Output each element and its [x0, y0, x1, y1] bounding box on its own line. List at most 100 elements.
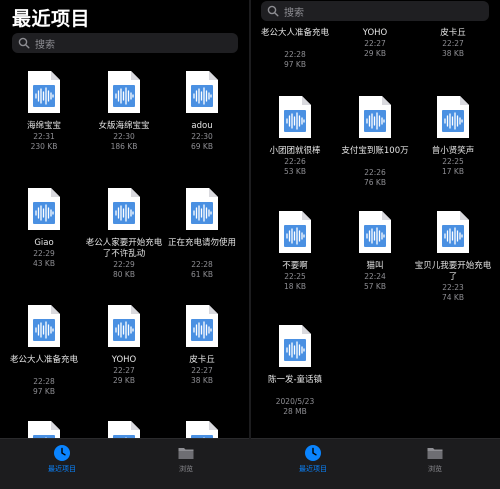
- audio-file-icon: [278, 210, 312, 254]
- file-time: 22:27: [442, 39, 464, 48]
- file-name: YOHO: [111, 355, 137, 365]
- audio-file-icon: [27, 304, 61, 348]
- file-name: 海绵宝宝: [26, 121, 61, 131]
- clock-icon: [53, 444, 71, 462]
- file-item[interactable]: 海绵宝宝 22:31 230 KB: [4, 68, 84, 188]
- file-size: 76 KB: [364, 178, 386, 187]
- file-item[interactable]: 正在充电请勿使用 22:28 61 KB: [162, 185, 242, 305]
- file-item[interactable]: adou 22:30 69 KB: [162, 68, 242, 188]
- tab-bar: 最近项目 浏览: [0, 438, 249, 489]
- tab-bar: 最近项目 浏览: [251, 438, 500, 489]
- file-size: 74 KB: [442, 293, 464, 302]
- audio-file-icon: [185, 70, 219, 114]
- file-item[interactable]: 宝贝儿我要开始充电了 22:23 74 KB: [413, 208, 493, 328]
- tab-recents[interactable]: 最近项目: [283, 444, 343, 474]
- file-time: 22:28: [284, 50, 306, 59]
- file-item[interactable]: 陈一发-童话镇 2020/5/23 28 MB: [255, 322, 335, 442]
- file-time: 22:28: [191, 260, 213, 269]
- audio-file-icon: [358, 210, 392, 254]
- file-size: 230 KB: [30, 142, 58, 151]
- file-time: 22:27: [113, 366, 135, 375]
- file-name: Giao: [34, 238, 54, 248]
- audio-file-icon: [358, 95, 392, 139]
- audio-file-icon: [278, 324, 312, 368]
- file-item[interactable]: 支付宝到账100万 22:26 76 KB: [335, 93, 415, 213]
- file-size: 57 KB: [364, 282, 386, 291]
- search-placeholder: 搜索: [35, 39, 55, 51]
- file-name: 小团团就很棒: [269, 146, 321, 156]
- file-size: 80 KB: [113, 270, 135, 279]
- file-name: 陈一发-童话镇: [267, 375, 323, 385]
- file-time: 22:27: [191, 366, 213, 375]
- file-size: 186 KB: [110, 142, 138, 151]
- page-title: 最近项目: [12, 8, 91, 30]
- clock-icon: [304, 444, 322, 462]
- tab-browse-label: 浏览: [179, 465, 193, 473]
- tab-browse-label: 浏览: [428, 465, 442, 473]
- file-size: 29 KB: [113, 376, 135, 385]
- file-time: 22:23: [442, 283, 464, 292]
- file-size: 38 KB: [442, 49, 464, 58]
- file-name: 皮卡丘: [189, 355, 215, 365]
- file-name: 不要啊: [282, 261, 308, 271]
- file-size: 18 KB: [284, 282, 306, 291]
- file-size: 61 KB: [191, 270, 213, 279]
- search-bar[interactable]: 搜索: [12, 33, 238, 53]
- audio-file-icon: [185, 187, 219, 231]
- file-name: 老公大人准备充电: [9, 355, 78, 365]
- search-placeholder: 搜索: [284, 7, 304, 19]
- right-screen: 老公大人准备充电 22:28 97 KB YOHO 22:27 29 KB 皮卡丘 22:27…: [251, 0, 500, 489]
- file-size: 28 MB: [283, 407, 307, 416]
- audio-file-icon: [27, 70, 61, 114]
- file-size: 97 KB: [284, 60, 306, 69]
- tab-browse[interactable]: 浏览: [156, 444, 216, 474]
- file-size: 17 KB: [442, 167, 464, 176]
- audio-file-icon: [107, 187, 141, 231]
- audio-file-icon: [436, 95, 470, 139]
- file-size: 97 KB: [33, 387, 55, 396]
- file-item[interactable]: Giao 22:29 43 KB: [4, 185, 84, 305]
- file-time: 22:29: [33, 249, 55, 258]
- file-name: 曾小贤笑声: [431, 146, 475, 156]
- tab-browse[interactable]: 浏览: [405, 444, 465, 474]
- file-time: 22:24: [364, 272, 386, 281]
- file-item[interactable]: 老公大人准备充电 22:28 97 KB: [4, 302, 84, 422]
- file-time: 22:30: [113, 132, 135, 141]
- file-item[interactable]: 女版海绵宝宝 22:30 186 KB: [84, 68, 164, 188]
- tab-recents[interactable]: 最近项目: [32, 444, 92, 474]
- tab-recents-label: 最近项目: [48, 465, 76, 473]
- file-time: 22:30: [191, 132, 213, 141]
- file-time: 22:28: [33, 377, 55, 386]
- file-name: 老公大人准备充电: [260, 28, 329, 38]
- file-name: YOHO: [362, 28, 388, 38]
- file-name: 女版海绵宝宝: [98, 121, 150, 131]
- search-bar[interactable]: 搜索: [261, 1, 489, 21]
- file-size: 53 KB: [284, 167, 306, 176]
- tab-recents-label: 最近项目: [299, 465, 327, 473]
- file-size: 69 KB: [191, 142, 213, 151]
- file-item[interactable]: 老公人家要开始充电了不许乱动 22:29 80 KB: [84, 185, 164, 305]
- file-time: 2020/5/23: [275, 397, 315, 406]
- file-time: 22:25: [442, 157, 464, 166]
- search-icon: [18, 37, 30, 49]
- audio-file-icon: [107, 70, 141, 114]
- left-screen: 最近项目 搜索 海绵宝宝 22:31 230 KB 女版海绵宝宝 22:30 186 KB…: [0, 0, 249, 489]
- audio-file-icon: [27, 187, 61, 231]
- file-item[interactable]: YOHO 22:27 29 KB: [84, 302, 164, 422]
- file-item[interactable]: 猫叫 22:24 57 KB: [335, 208, 415, 328]
- file-size: 29 KB: [364, 49, 386, 58]
- file-item[interactable]: 小团团就很棒 22:26 53 KB: [255, 93, 335, 213]
- file-size: 43 KB: [33, 259, 55, 268]
- file-item[interactable]: 不要啊 22:25 18 KB: [255, 208, 335, 328]
- file-item[interactable]: 曾小贤笑声 22:25 17 KB: [413, 93, 493, 213]
- search-icon: [267, 5, 279, 17]
- file-time: 22:27: [364, 39, 386, 48]
- folder-icon: [426, 444, 444, 462]
- file-time: 22:26: [364, 168, 386, 177]
- file-name: adou: [191, 121, 213, 131]
- file-time: 22:26: [284, 157, 306, 166]
- audio-file-icon: [278, 95, 312, 139]
- file-item[interactable]: 皮卡丘 22:27 38 KB: [162, 302, 242, 422]
- file-time: 22:29: [113, 260, 135, 269]
- file-name: 支付宝到账100万: [341, 146, 409, 156]
